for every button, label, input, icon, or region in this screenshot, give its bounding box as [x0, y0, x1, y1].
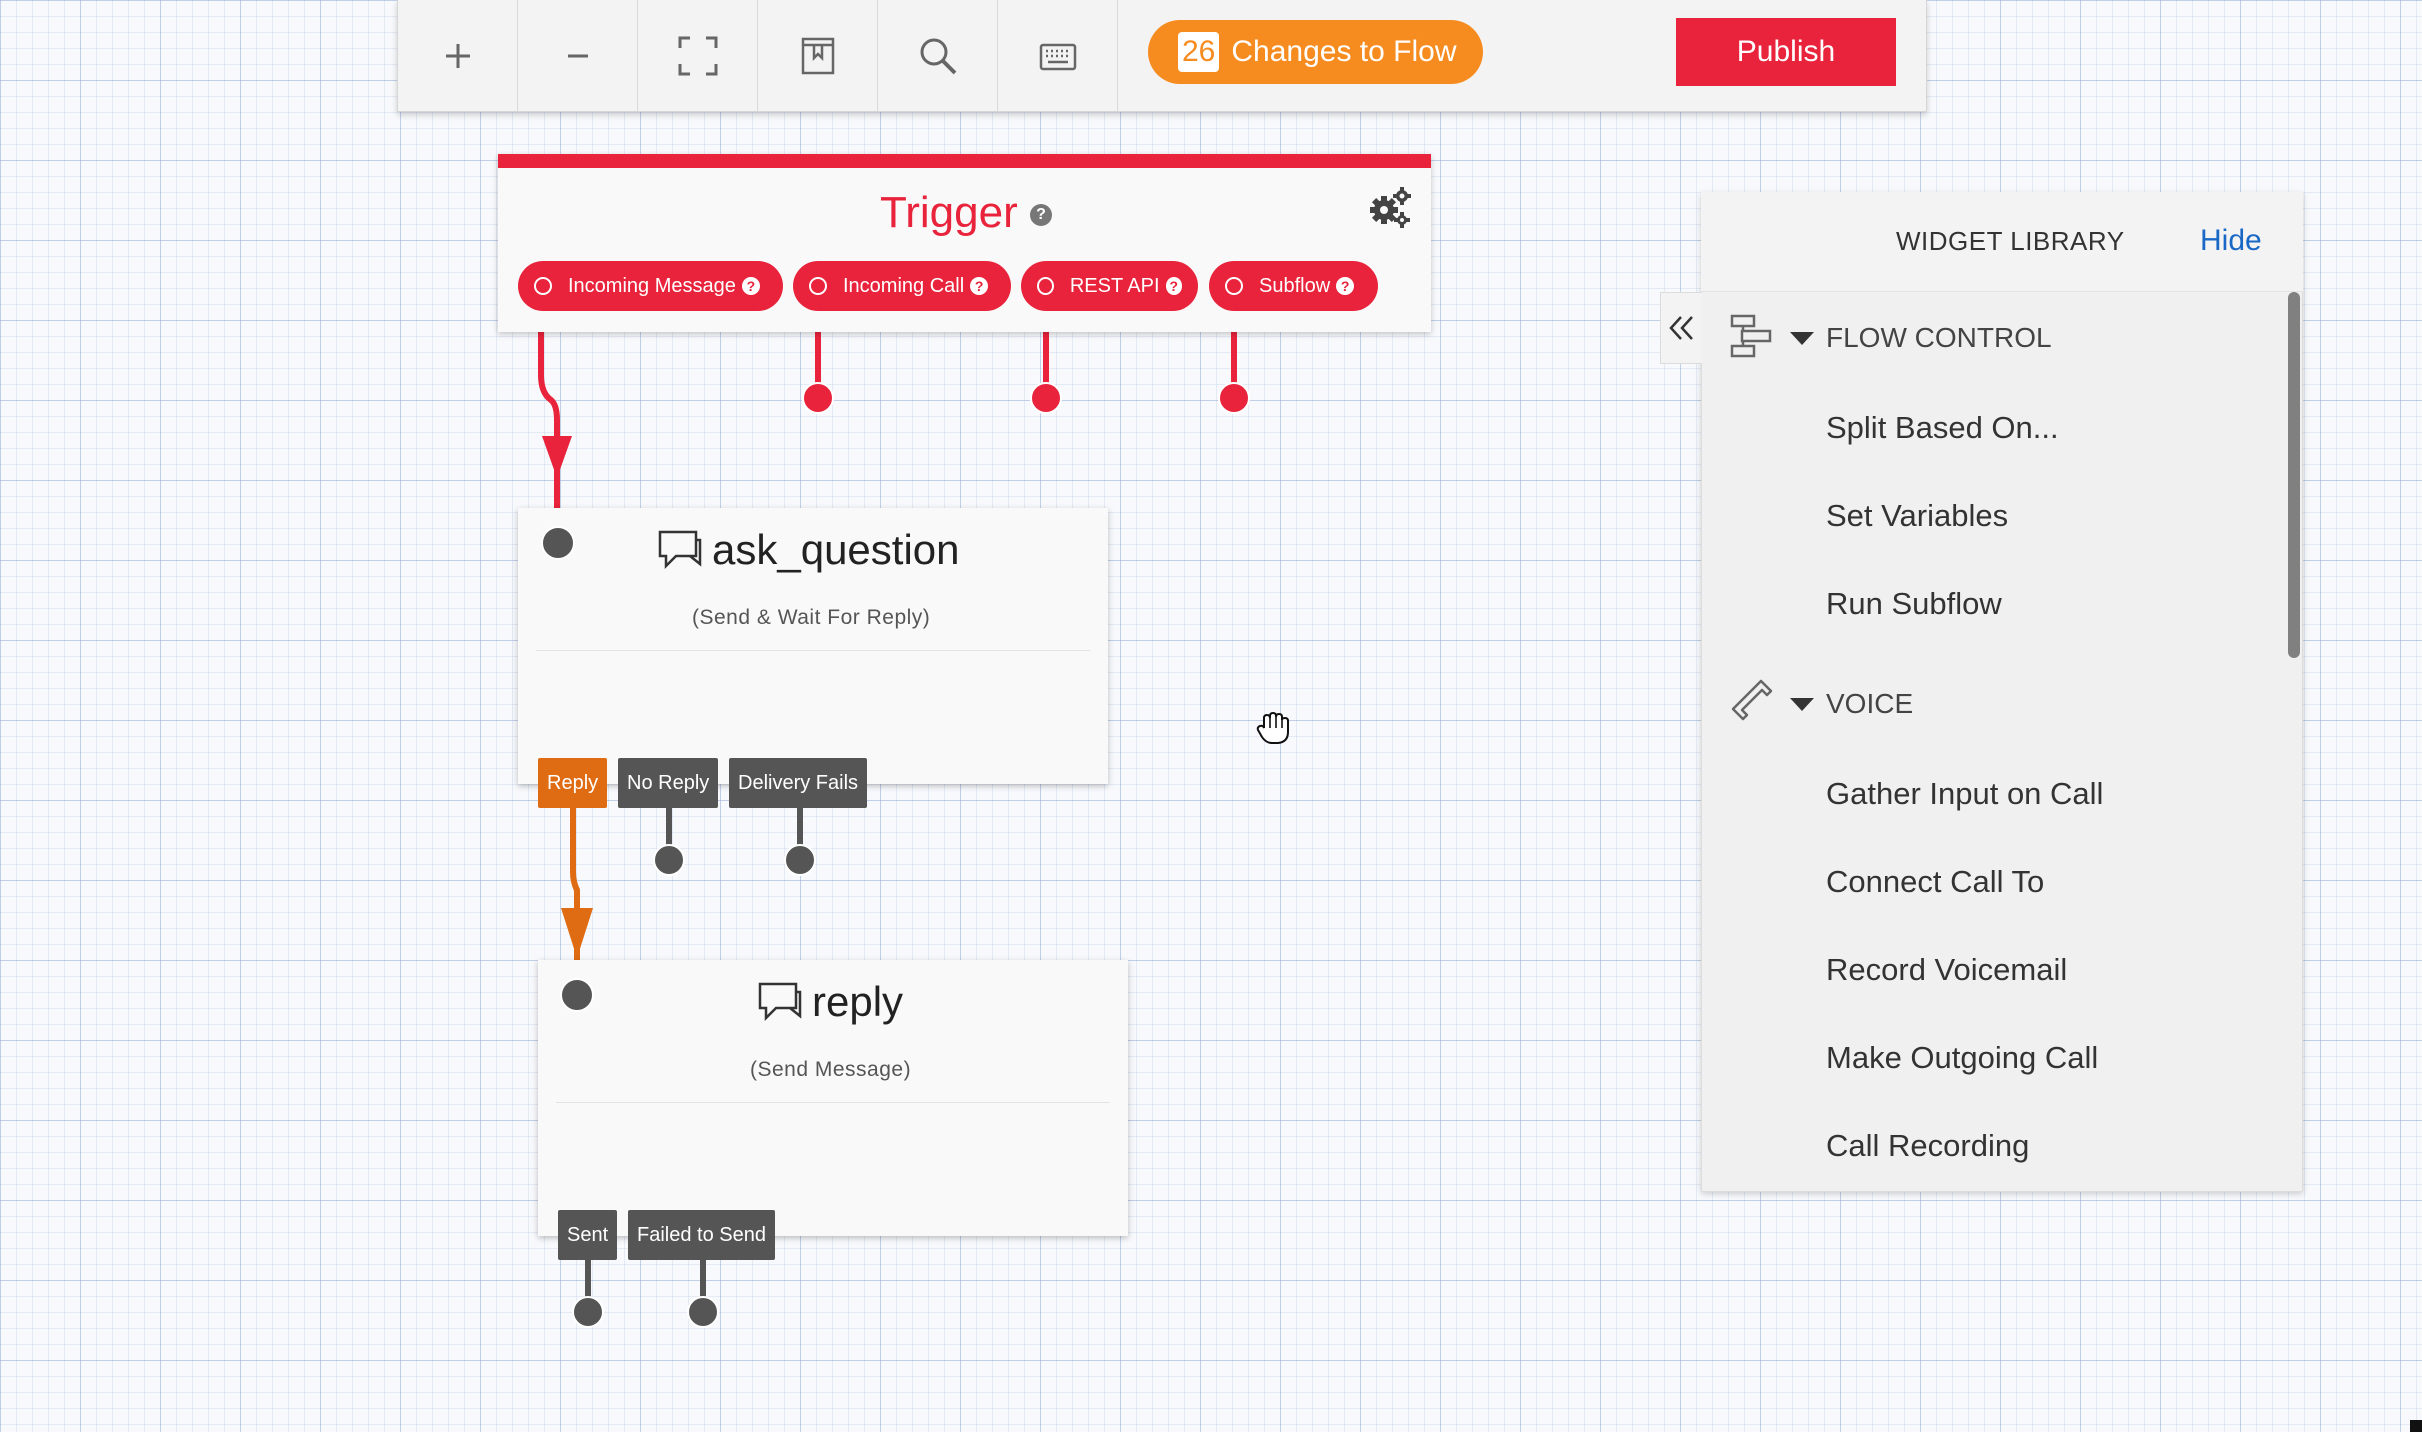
changes-to-flow-button[interactable]: 26 Changes to Flow [1148, 20, 1483, 84]
minus-icon [567, 54, 588, 57]
transition-failed-to-send[interactable]: Failed to Send [628, 1210, 775, 1260]
fit-screen-button[interactable] [638, 0, 758, 111]
library-item-set-variables[interactable]: Set Variables [1826, 498, 2008, 534]
widget-title: ask_question [658, 526, 960, 574]
library-category-flow-control[interactable]: FLOW CONTROL [1790, 322, 2052, 354]
keyboard-icon [1039, 43, 1076, 70]
changes-label: Changes to Flow [1231, 35, 1457, 68]
bookmark-button[interactable] [758, 0, 878, 111]
widget-subtitle: (Send Message) [750, 1058, 912, 1081]
caret-down-icon [1790, 697, 1814, 711]
widget-title-text: ask_question [712, 526, 960, 573]
help-icon: ? [1165, 277, 1182, 295]
hide-library-button[interactable]: Hide [2200, 224, 2262, 258]
widget-input-connector[interactable] [541, 526, 575, 560]
pill-label: Incoming Message [568, 274, 736, 297]
trigger-subflow[interactable]: Subflow ? [1209, 261, 1378, 311]
bookmark-icon [801, 37, 834, 74]
library-scrollbar[interactable] [2288, 292, 2300, 658]
pill-label: REST API [1069, 274, 1160, 297]
library-item-run-subflow[interactable]: Run Subflow [1826, 586, 2002, 622]
connector-ring-icon [1037, 277, 1054, 295]
window-corner [2410, 1420, 2422, 1432]
trigger-incoming-message[interactable]: Incoming Message ? [518, 261, 783, 311]
library-item-make-outgoing-call[interactable]: Make Outgoing Call [1826, 1040, 2098, 1076]
widget-title: reply [758, 978, 903, 1026]
connector-ring-icon [1225, 277, 1243, 295]
library-item-record-voicemail[interactable]: Record Voicemail [1826, 952, 2067, 988]
help-icon[interactable]: ? [1029, 204, 1052, 227]
double-chevron-left-icon [1668, 316, 1693, 340]
help-icon: ? [970, 277, 989, 295]
connector-ring-icon [534, 277, 552, 295]
widget-subtitle: (Send & Wait For Reply) [692, 606, 931, 629]
flow-control-icon [1728, 314, 1774, 363]
chat-bubble-icon [658, 530, 702, 570]
publish-button[interactable]: Publish [1676, 18, 1896, 86]
settings-icon[interactable] [1368, 184, 1414, 235]
pill-label: Subflow [1259, 274, 1331, 297]
connector-ring-icon [809, 277, 827, 295]
trigger-title-text: Trigger [880, 188, 1018, 237]
widget-library-title: WIDGET LIBRARY [1896, 226, 2125, 256]
transition-reply[interactable]: Reply [538, 758, 608, 808]
library-item-split-based-on[interactable]: Split Based On... [1826, 410, 2059, 446]
chat-bubble-icon [758, 982, 802, 1022]
trigger-incoming-call[interactable]: Incoming Call ? [793, 261, 1011, 311]
library-item-connect-call-to[interactable]: Connect Call To [1826, 864, 2044, 900]
widget-input-connector[interactable] [560, 978, 594, 1012]
widget-divider [536, 650, 1090, 651]
hand-cursor-icon [1256, 708, 1292, 751]
widget-divider [556, 1102, 1110, 1103]
library-category-voice[interactable]: VOICE [1790, 688, 1913, 720]
pill-label: Incoming Call [843, 274, 965, 297]
help-icon: ? [741, 277, 760, 295]
zoom-in-button[interactable] [398, 0, 518, 111]
widget-title-text: reply [812, 978, 904, 1025]
library-item-gather-input-on-call[interactable]: Gather Input on Call [1826, 776, 2103, 812]
changes-count-badge: 26 [1178, 32, 1220, 72]
fullscreen-icon [678, 36, 717, 75]
category-label: VOICE [1826, 688, 1914, 719]
zoom-out-button[interactable] [518, 0, 638, 111]
transition-delivery-fails[interactable]: Delivery Fails [729, 758, 868, 808]
search-icon [920, 38, 956, 74]
keyboard-shortcuts-button[interactable] [998, 0, 1118, 111]
phone-icon [1728, 678, 1774, 729]
transition-sent[interactable]: Sent [558, 1210, 618, 1260]
trigger-title: Trigger ? [880, 188, 1052, 238]
search-button[interactable] [878, 0, 998, 111]
help-icon: ? [1336, 277, 1355, 295]
category-label: FLOW CONTROL [1826, 322, 2052, 353]
collapse-panel-button[interactable] [1660, 292, 1702, 364]
library-item-call-recording[interactable]: Call Recording [1826, 1128, 2029, 1164]
transition-no-reply[interactable]: No Reply [618, 758, 719, 808]
plus-icon [445, 43, 470, 68]
caret-down-icon [1790, 331, 1814, 345]
trigger-rest-api[interactable]: REST API ? [1021, 261, 1198, 311]
